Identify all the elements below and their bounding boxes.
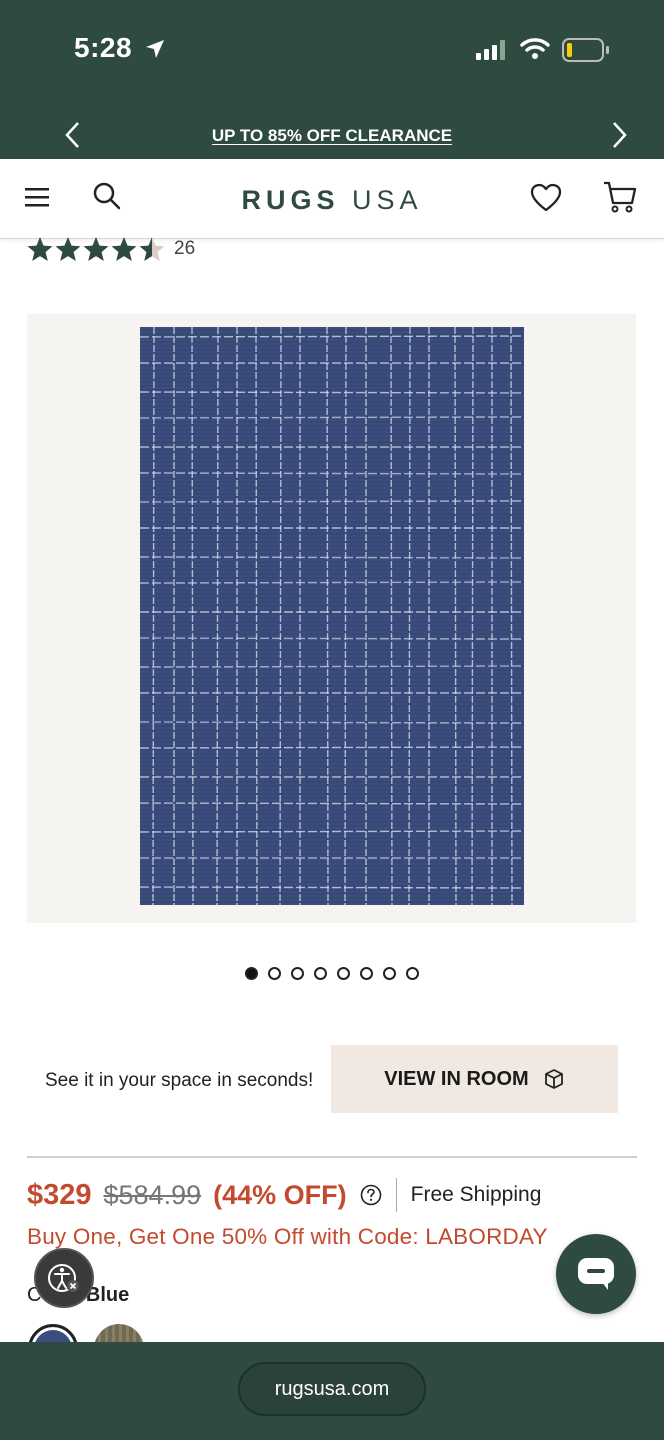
wifi-icon [520,38,550,59]
rug-grid-pattern [140,327,524,905]
rating-stars [26,236,166,262]
carousel-dot[interactable] [268,967,281,980]
carousel-dot[interactable] [337,967,350,980]
carousel-dot[interactable] [245,967,258,980]
star-icon [139,237,165,261]
product-rating[interactable]: 26 [26,236,195,262]
carousel-dot[interactable] [291,967,304,980]
sale-price: $329 [27,1178,92,1211]
status-bar: 5:28 [0,0,664,100]
url-bar[interactable]: rugsusa.com [238,1362,426,1416]
chat-button[interactable] [556,1234,636,1314]
carousel-dot[interactable] [360,967,373,980]
battery-low-icon [562,38,609,62]
star-icon [111,237,137,261]
site-header: RUGS USA [0,159,664,239]
star-icon [83,237,109,261]
status-time: 5:28 [74,32,133,63]
question-circle-icon[interactable] [360,1184,382,1206]
free-shipping-label: Free Shipping [410,1183,542,1206]
accessibility-icon [48,1264,79,1292]
chevron-right-icon[interactable] [608,120,630,150]
promo-code-message: Buy One, Get One 50% Off with Code: LABO… [27,1224,548,1249]
image-carousel-dots [0,967,664,980]
view-in-room-label: VIEW IN ROOM [384,1067,529,1090]
product-image [140,327,524,905]
promo-bar: UP TO 85% OFF CLEARANCE [0,100,664,159]
accessibility-button[interactable] [34,1248,94,1308]
url-text: rugsusa.com [274,1377,390,1400]
divider [27,1156,637,1158]
view-room-prompt: See it in your space in seconds! [45,1070,314,1091]
compare-price: $584.99 [103,1179,202,1210]
carousel-dot[interactable] [383,967,396,980]
carousel-dot[interactable] [406,967,419,980]
view-in-room-button[interactable]: VIEW IN ROOM [331,1045,618,1113]
star-icon [55,237,81,261]
browser-bottom-bar: rugsusa.com [0,1342,664,1440]
price-row: $329 $584.99 (44% OFF) Free Shipping [27,1178,541,1212]
vertical-separator [395,1178,397,1212]
discount-percent: (44% OFF) [213,1179,347,1210]
carousel-dot[interactable] [314,967,327,980]
site-logo[interactable]: RUGS USA [0,185,664,216]
heart-icon[interactable] [530,183,562,213]
review-count: 26 [174,238,196,259]
logo-part-usa: USA [352,185,423,215]
location-arrow-icon [146,40,164,58]
cellular-signal-icon [476,40,505,60]
cube-icon [544,1069,563,1089]
logo-part-rugs: RUGS [241,185,340,215]
cart-icon[interactable] [602,179,638,215]
chat-bubble-icon [578,1258,614,1290]
star-icon [27,237,53,261]
promo-link[interactable]: UP TO 85% OFF CLEARANCE [0,126,664,146]
product-image-container[interactable] [27,314,636,923]
